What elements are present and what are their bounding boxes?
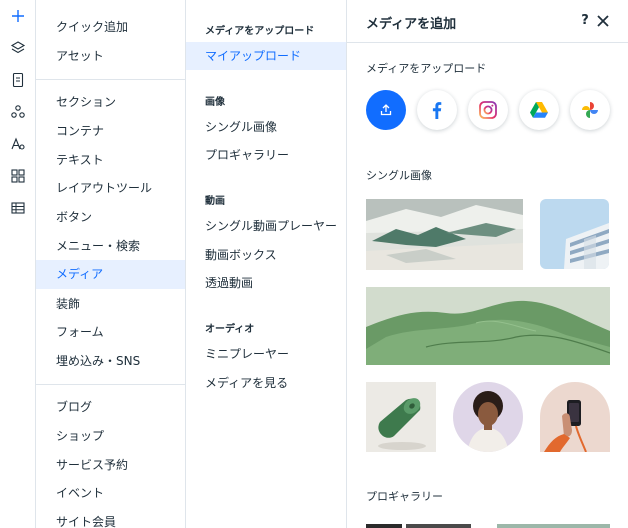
portrait-image xyxy=(453,382,523,452)
category-bookings[interactable]: サービス予約 xyxy=(36,451,185,480)
subcategory-transparent-video[interactable]: 透過動画 xyxy=(186,269,346,297)
landscape-image xyxy=(366,199,523,270)
google-drive-icon xyxy=(530,102,548,118)
pages-button[interactable] xyxy=(5,67,31,93)
phone-hand-image xyxy=(540,382,610,452)
image-thumbnail-building[interactable] xyxy=(540,199,609,269)
close-button[interactable] xyxy=(595,13,611,29)
table-icon xyxy=(11,202,25,214)
add-elements-button[interactable] xyxy=(5,3,31,29)
layers-button[interactable] xyxy=(5,35,31,61)
category-embed-social[interactable]: 埋め込み・SNS xyxy=(36,347,185,376)
category-blog[interactable]: ブログ xyxy=(36,393,185,422)
category-menu-search[interactable]: メニュー・検索 xyxy=(36,232,185,261)
editor-left-rail xyxy=(0,0,36,528)
single-image-section-title: シングル画像 xyxy=(366,169,432,182)
layers-icon xyxy=(10,41,26,54)
gallery-preview-left[interactable] xyxy=(366,524,471,528)
category-quick-add[interactable]: クイック追加 xyxy=(36,13,185,42)
category-media[interactable]: メディア xyxy=(36,260,185,289)
category-text[interactable]: テキスト xyxy=(36,146,185,175)
app-market-button[interactable] xyxy=(5,163,31,189)
thread-spool-image xyxy=(366,382,436,452)
category-events[interactable]: イベント xyxy=(36,479,185,508)
subcategory-video-box[interactable]: 動画ボックス xyxy=(186,241,346,269)
apps-button[interactable] xyxy=(5,99,31,125)
building-image xyxy=(540,199,609,269)
upload-from-computer-button[interactable] xyxy=(366,90,406,130)
subcategory-my-uploads[interactable]: マイアップロード xyxy=(186,42,346,70)
grid-icon xyxy=(11,169,25,183)
cms-button[interactable] xyxy=(5,195,31,221)
gallery-preview-image xyxy=(366,524,471,528)
subcategory-header-image: 画像 xyxy=(205,97,225,108)
facebook-icon xyxy=(432,102,442,119)
media-subcategories: メディアをアップロード マイアップロード 画像 シングル画像 プロギャラリー 動… xyxy=(186,0,347,528)
category-forms[interactable]: フォーム xyxy=(36,318,185,347)
green-fabric-image xyxy=(366,287,610,365)
subcategory-header-video: 動画 xyxy=(205,196,225,207)
site-design-button[interactable] xyxy=(5,131,31,157)
add-media-panel: メディアを追加 ? メディアをアップロード シングル画像 プロギャラリー xyxy=(347,0,628,528)
category-members[interactable]: サイト会員 xyxy=(36,508,185,528)
image-thumbnail-green-fabric[interactable] xyxy=(366,287,610,365)
category-sections[interactable]: セクション xyxy=(36,88,185,117)
upload-from-google-drive-button[interactable] xyxy=(519,90,559,130)
category-decorative[interactable]: 装飾 xyxy=(36,290,185,319)
subcategory-pro-gallery[interactable]: プロギャラリー xyxy=(186,141,346,169)
plus-icon xyxy=(12,10,24,22)
instagram-icon xyxy=(479,101,497,119)
help-button[interactable]: ? xyxy=(577,12,593,30)
upload-section-title: メディアをアップロード xyxy=(366,62,487,75)
upload-from-google-photos-button[interactable] xyxy=(570,90,610,130)
upload-from-facebook-button[interactable] xyxy=(417,90,457,130)
subcategory-header-upload: メディアをアップロード xyxy=(205,26,315,37)
add-elements-categories: クイック追加 アセット セクション コンテナ テキスト レイアウトツール ボタン… xyxy=(36,0,186,528)
subcategory-mini-player[interactable]: ミニプレーヤー xyxy=(186,340,346,368)
gallery-preview-right[interactable] xyxy=(497,524,610,528)
pro-gallery-section-title: プロギャラリー xyxy=(366,490,443,503)
category-containers[interactable]: コンテナ xyxy=(36,117,185,146)
page-icon xyxy=(12,72,24,88)
subcategory-header-audio: オーディオ xyxy=(205,324,255,335)
category-divider xyxy=(36,384,185,385)
upload-from-instagram-button[interactable] xyxy=(468,90,508,130)
close-icon xyxy=(597,15,609,27)
gallery-preview-image xyxy=(497,524,610,528)
category-store[interactable]: ショップ xyxy=(36,422,185,451)
panel-title: メディアを追加 xyxy=(366,17,457,32)
image-thumbnail-thread-spool[interactable] xyxy=(366,382,436,452)
panel-header-divider xyxy=(347,42,628,43)
category-buttons[interactable]: ボタン xyxy=(36,203,185,232)
image-thumbnail-snowy-landscape[interactable] xyxy=(366,199,523,270)
category-layout-tools[interactable]: レイアウトツール xyxy=(36,174,185,203)
typography-icon xyxy=(11,137,25,150)
google-photos-icon xyxy=(582,102,598,118)
add-media-editor: クイック追加 アセット セクション コンテナ テキスト レイアウトツール ボタン… xyxy=(0,0,628,528)
subcategory-single-image[interactable]: シングル画像 xyxy=(186,113,346,141)
image-thumbnail-portrait[interactable] xyxy=(453,382,523,452)
apps-icon xyxy=(11,105,25,118)
subcategory-single-video-player[interactable]: シングル動画プレーヤー xyxy=(186,212,346,240)
subcategory-view-media[interactable]: メディアを見る xyxy=(186,369,346,397)
image-thumbnail-phone-hand[interactable] xyxy=(540,382,610,452)
category-divider xyxy=(36,79,185,80)
upload-icon xyxy=(380,104,392,116)
category-assets[interactable]: アセット xyxy=(36,42,185,71)
